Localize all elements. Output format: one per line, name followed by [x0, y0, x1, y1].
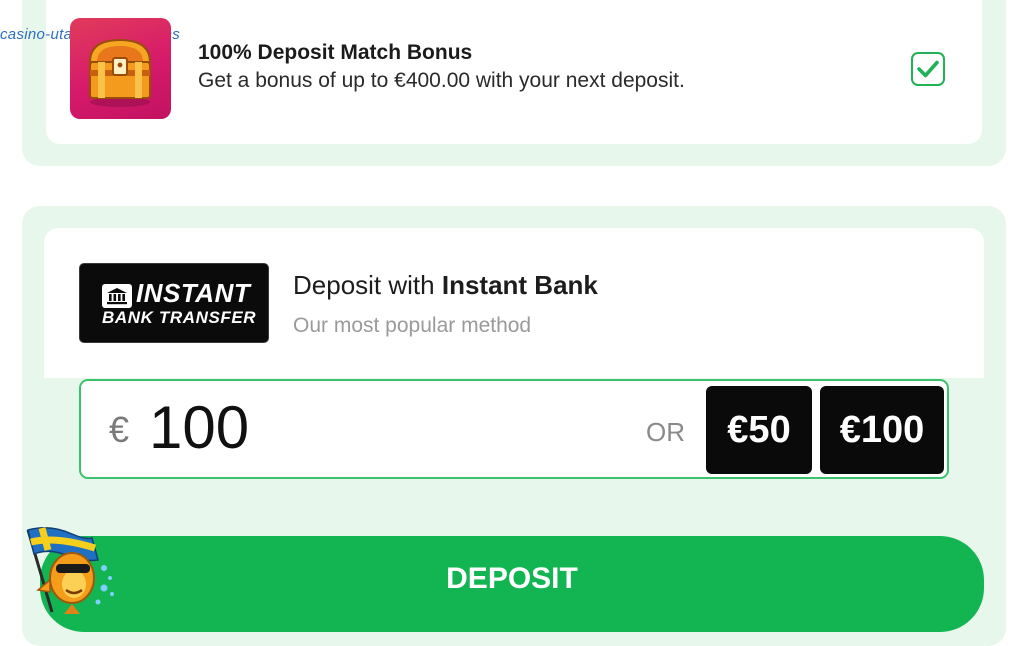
treasure-chest-icon [70, 18, 171, 119]
amount-value[interactable]: 100 [149, 393, 249, 462]
method-name: Instant Bank [441, 270, 598, 300]
method-title-prefix: Deposit with [293, 270, 442, 300]
bonus-title: 100% Deposit Match Bonus [198, 41, 473, 64]
instant-bank-logo: INSTANT BANK TRANSFER [79, 263, 269, 343]
currency-symbol: € [109, 409, 130, 450]
method-subtitle: Our most popular method [293, 314, 532, 337]
bonus-checkbox[interactable] [911, 52, 945, 86]
checkmark-icon [917, 60, 939, 78]
deposit-button[interactable]: DEPOSIT [40, 536, 984, 632]
or-label: OR [646, 417, 685, 447]
method-title: Deposit with Instant Bank [293, 270, 598, 301]
logo-line-2: BANK TRANSFER [102, 308, 257, 327]
quick-amount-100-button[interactable]: €100 [820, 386, 944, 474]
quick-amount-50-button[interactable]: €50 [706, 386, 812, 474]
swedish-mascot-logo [12, 520, 122, 614]
amount-input[interactable]: € 100 OR €50 €100 [79, 379, 949, 479]
bank-icon [102, 284, 132, 308]
bonus-description: Get a bonus of up to €400.00 with your n… [198, 69, 685, 92]
logo-line-1: INSTANT [136, 278, 251, 308]
